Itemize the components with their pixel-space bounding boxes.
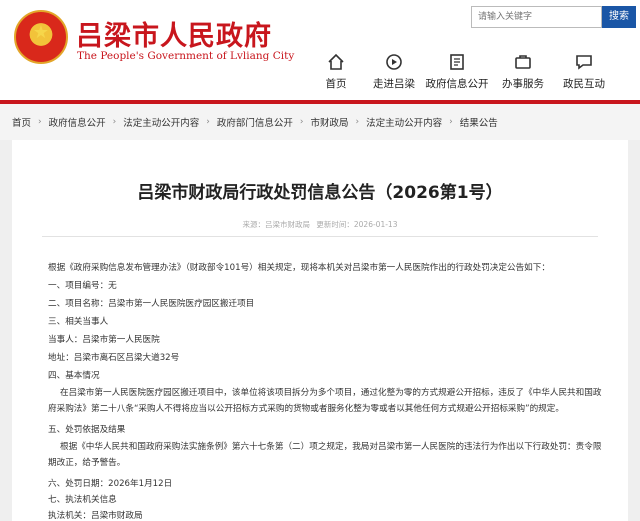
- article-paragraph: 执法机关：吕梁市财政局: [48, 511, 143, 521]
- nav-label-home: 首页: [325, 78, 347, 90]
- article-paragraph: 当事人：吕梁市第一人民医院: [48, 335, 160, 345]
- breadcrumb-statutory-dept[interactable]: 法定主动公开内容: [366, 115, 442, 129]
- article-paragraph: 一、项目编号：无: [48, 281, 117, 291]
- article-paragraph: 根据《中华人民共和国政府采购法实施条例》第六十七条第（二）项之规定，我局对吕梁市…: [48, 442, 602, 468]
- article-source: 来源：吕梁市财政局: [242, 220, 311, 229]
- chat-icon: [574, 52, 594, 72]
- chevron-right-icon: ›: [38, 117, 42, 127]
- nav-item-services[interactable]: 办事服务: [500, 52, 546, 92]
- nav-item-gov-info[interactable]: 政府信息公开: [424, 52, 490, 92]
- article-paragraph: 地址：吕梁市离石区吕梁大道32号: [48, 353, 180, 363]
- compass-icon: [384, 52, 404, 72]
- chevron-right-icon: ›: [355, 117, 360, 127]
- article-paragraph: 四、基本情况: [48, 371, 100, 381]
- article-title: 吕梁市财政局行政处罚信息公告（2026第1号）: [137, 183, 503, 203]
- breadcrumb-gov-info[interactable]: 政府信息公开: [49, 115, 106, 129]
- article-paragraph: 三、相关当事人: [48, 317, 109, 327]
- nav-item-about[interactable]: 走进吕梁: [369, 52, 419, 92]
- breadcrumb-statutory[interactable]: 法定主动公开内容: [123, 115, 199, 129]
- breadcrumb-departments[interactable]: 政府部门信息公开: [217, 115, 293, 129]
- article-divider: [42, 236, 598, 237]
- chevron-right-icon: ›: [299, 117, 304, 127]
- breadcrumb: 首页 › 政府信息公开 › 法定主动公开内容 › 政府部门信息公开 › 市财政局…: [0, 104, 640, 140]
- breadcrumb-home[interactable]: 首页: [12, 115, 31, 129]
- breadcrumb-finance-bureau[interactable]: 市财政局: [311, 115, 349, 129]
- article-paragraph: 七、执法机关信息: [48, 495, 117, 505]
- nav-label-gov-info: 政府信息公开: [425, 78, 489, 90]
- article-paragraph: 在吕梁市第一人民医院医疗园区搬迁项目中，该单位将该项目拆分为多个项目，通过化整为…: [48, 388, 602, 414]
- site-logo-subtitle: The People's Government of Lvliang City: [77, 50, 295, 62]
- chevron-right-icon: ›: [449, 117, 453, 127]
- article-paragraph: 根据《政府采购信息发布管理办法》（财政部令101号）相关规定，现将本机关对吕梁市…: [48, 263, 550, 273]
- article-meta: 来源：吕梁市财政局 更新时间：2026-01-13: [12, 219, 628, 230]
- chevron-right-icon: ›: [206, 117, 210, 127]
- site-header: ★ 吕梁市人民政府 The People's Government of Lvl…: [0, 0, 640, 100]
- article-date: 更新时间：2026-01-13: [316, 220, 398, 229]
- nav-label-services: 办事服务: [502, 78, 544, 90]
- search-input[interactable]: [471, 6, 602, 28]
- search-button[interactable]: 搜索: [602, 6, 636, 28]
- nav-label-interaction: 政民互动: [563, 78, 605, 90]
- document-icon: [447, 52, 467, 72]
- service-icon: [513, 52, 533, 72]
- nav-item-interaction[interactable]: 政民互动: [561, 52, 607, 92]
- article-paragraph: 五、处罚依据及结果: [48, 425, 126, 435]
- article-panel: 吕梁市财政局行政处罚信息公告（2026第1号） 来源：吕梁市财政局 更新时间：2…: [12, 140, 628, 521]
- nav-item-home[interactable]: 首页: [320, 52, 352, 92]
- article-paragraph: 六、处罚日期：2026年1月12日: [48, 479, 173, 489]
- home-icon: [326, 52, 346, 72]
- article-paragraph: 二、项目名称：吕梁市第一人民医院医疗园区搬迁项目: [48, 299, 255, 309]
- national-emblem-icon: ★: [14, 10, 68, 64]
- breadcrumb-results[interactable]: 结果公告: [460, 115, 498, 129]
- site-logo-title[interactable]: 吕梁市人民政府: [76, 14, 272, 53]
- chevron-right-icon: ›: [112, 117, 117, 127]
- nav-label-about: 走进吕梁: [373, 78, 415, 90]
